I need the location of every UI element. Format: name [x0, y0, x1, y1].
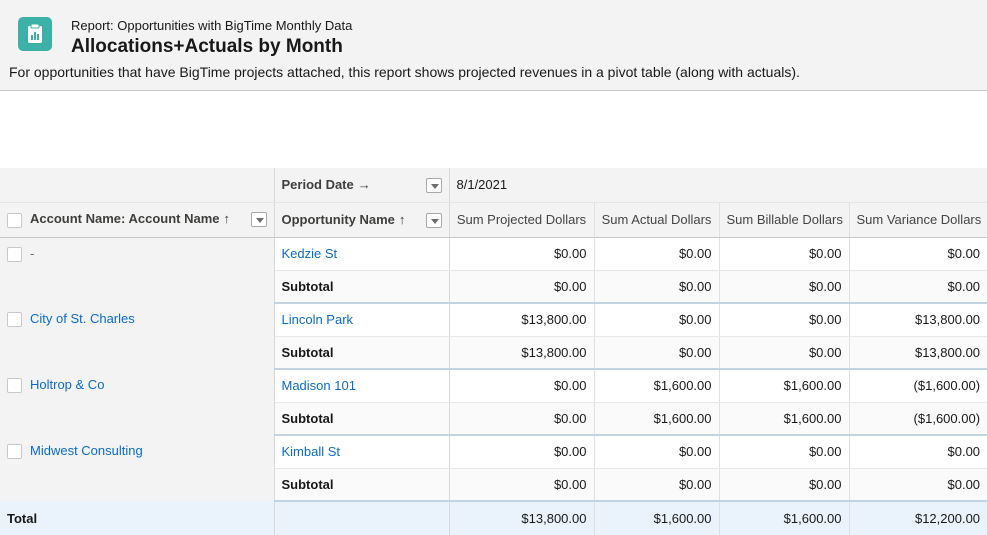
opportunity-filter-dropdown-icon[interactable] — [425, 212, 442, 228]
subtotal-variance: ($1,600.00) — [848, 402, 987, 436]
total-projected: $13,800.00 — [448, 501, 594, 535]
sort-asc-icon[interactable]: ↑ — [399, 212, 406, 227]
period-value-text: 8/1/2021 — [456, 177, 508, 193]
col-header-billable: Sum Billable Dollars — [718, 202, 849, 238]
period-value: 8/1/2021 — [449, 168, 987, 203]
variance-cell: $0.00 — [848, 237, 987, 271]
subtotal-projected: $13,800.00 — [448, 336, 594, 370]
actual-cell: $0.00 — [593, 303, 719, 337]
projected-cell: $0.00 — [448, 369, 594, 403]
billable-cell: $1,600.00 — [718, 369, 849, 403]
subtotal-projected: $0.00 — [448, 402, 594, 436]
subtotal-variance: $13,800.00 — [848, 336, 987, 370]
subtotal-label: Subtotal — [274, 270, 450, 304]
projected-cell: $0.00 — [448, 435, 594, 469]
table-row: Holtrop & Co Madison 101 $0.00 $1,600.00… — [0, 369, 987, 435]
account-name-label: Account Name: Account Name — [30, 211, 220, 227]
subtotal-projected: $0.00 — [448, 468, 594, 502]
subtotal-label: Subtotal — [274, 336, 450, 370]
account-link[interactable]: Holtrop & Co — [30, 377, 104, 392]
actual-cell: $0.00 — [593, 237, 719, 271]
subtotal-variance: $0.00 — [848, 270, 987, 304]
subtotal-variance: $0.00 — [848, 468, 987, 502]
col-header-actual: Sum Actual Dollars — [593, 202, 719, 238]
row-checkbox[interactable] — [7, 444, 22, 460]
account-filter-dropdown-icon[interactable] — [250, 212, 267, 228]
account-cell: Holtrop & Co — [0, 369, 275, 435]
subtotal-billable: $1,600.00 — [718, 402, 849, 436]
account-link[interactable]: Midwest Consulting — [30, 443, 143, 458]
variance-cell: ($1,600.00) — [848, 369, 987, 403]
header-row-period: Period Date → 8/1/2021 — [0, 168, 987, 203]
header-row-columns: Account Name: Account Name ↑ Opportunity … — [0, 202, 987, 238]
subtotal-label: Subtotal — [274, 402, 450, 436]
opportunity-name-label: Opportunity Name — [281, 211, 395, 227]
account-link[interactable]: City of St. Charles — [30, 311, 135, 326]
total-empty-cell — [274, 501, 450, 535]
page-title: Allocations+Actuals by Month — [71, 36, 343, 57]
opportunity-name-header[interactable]: Opportunity Name ↑ — [274, 202, 450, 238]
header-empty-cell — [0, 168, 275, 203]
report-type: Report: Opportunities with BigTime Month… — [71, 18, 353, 33]
period-date-header[interactable]: Period Date → — [274, 168, 450, 203]
table-row: Midwest Consulting Kimball St $0.00 $0.0… — [0, 435, 987, 501]
row-checkbox[interactable] — [7, 378, 22, 394]
sort-asc-icon[interactable]: ↑ — [224, 211, 231, 226]
account-cell: City of St. Charles — [0, 303, 275, 369]
opportunity-cell: Madison 101 — [274, 369, 450, 403]
period-arrow-icon: → — [357, 176, 371, 192]
subtotal-billable: $0.00 — [718, 336, 849, 370]
opportunity-cell: Kedzie St — [274, 237, 450, 271]
account-name-header[interactable]: Account Name: Account Name ↑ — [0, 202, 275, 238]
total-row: Total $13,800.00 $1,600.00 $1,600.00 $12… — [0, 501, 987, 535]
actual-cell: $0.00 — [593, 435, 719, 469]
row-checkbox[interactable] — [7, 312, 22, 328]
total-billable: $1,600.00 — [718, 501, 849, 535]
report-header: Report: Opportunities with BigTime Month… — [0, 0, 987, 91]
select-all-checkbox[interactable] — [7, 212, 22, 228]
account-cell: - — [0, 237, 275, 303]
billable-cell: $0.00 — [718, 303, 849, 337]
opportunity-link[interactable]: Kedzie St — [282, 246, 338, 261]
row-checkbox[interactable] — [7, 246, 22, 262]
opportunity-link[interactable]: Kimball St — [282, 444, 341, 459]
period-filter-dropdown-icon[interactable] — [425, 177, 442, 193]
variance-cell: $0.00 — [848, 435, 987, 469]
report-description: For opportunities that have BigTime proj… — [9, 64, 800, 80]
projected-cell: $0.00 — [448, 237, 594, 271]
col-header-projected: Sum Projected Dollars — [448, 202, 594, 238]
total-actual: $1,600.00 — [593, 501, 719, 535]
opportunity-link[interactable]: Lincoln Park — [282, 312, 354, 327]
subtotal-billable: $0.00 — [718, 270, 849, 304]
period-date-label: Period Date — [281, 176, 354, 192]
actual-cell: $1,600.00 — [593, 369, 719, 403]
col-header-variance: Sum Variance Dollars — [848, 202, 987, 238]
opportunity-cell: Lincoln Park — [274, 303, 450, 337]
account-cell: Midwest Consulting — [0, 435, 275, 501]
subtotal-actual: $0.00 — [593, 468, 719, 502]
subtotal-label: Subtotal — [274, 468, 450, 502]
projected-cell: $13,800.00 — [448, 303, 594, 337]
billable-cell: $0.00 — [718, 237, 849, 271]
table-row: City of St. Charles Lincoln Park $13,800… — [0, 303, 987, 369]
opportunity-link[interactable]: Madison 101 — [282, 378, 356, 393]
variance-cell: $13,800.00 — [848, 303, 987, 337]
subtotal-actual: $1,600.00 — [593, 402, 719, 436]
subtotal-projected: $0.00 — [448, 270, 594, 304]
opportunity-cell: Kimball St — [274, 435, 450, 469]
total-variance: $12,200.00 — [848, 501, 987, 535]
total-label: Total — [0, 501, 275, 535]
table-row: - Kedzie St $0.00 $0.00 $0.00 $0.00 — [0, 237, 987, 303]
pivot-table: Period Date → 8/1/2021 Account Name: Acco… — [0, 168, 987, 535]
billable-cell: $0.00 — [718, 435, 849, 469]
subtotal-actual: $0.00 — [593, 336, 719, 370]
subtotal-billable: $0.00 — [718, 468, 849, 502]
subtotal-actual: $0.00 — [593, 270, 719, 304]
account-link[interactable]: - — [30, 246, 34, 261]
report-icon — [18, 17, 52, 51]
